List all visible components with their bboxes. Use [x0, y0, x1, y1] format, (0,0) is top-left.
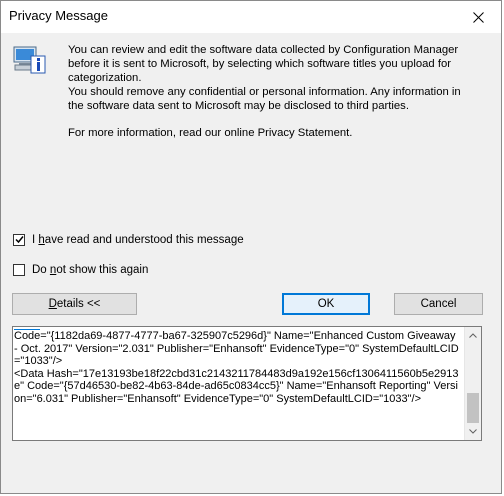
title-bar[interactable]: Privacy Message	[1, 1, 501, 33]
scroll-down-button[interactable]	[465, 423, 481, 440]
understood-checkbox-row[interactable]: I have read and understood this message	[13, 234, 244, 246]
window-title: Privacy Message	[9, 8, 108, 23]
vertical-scrollbar[interactable]	[464, 327, 481, 440]
chevron-up-icon	[469, 333, 477, 338]
computer-info-icon	[13, 46, 46, 74]
privacy-message-dialog: Privacy Message You can review and edit …	[0, 0, 502, 494]
message-paragraph-2: You should remove any confidential or pe…	[68, 86, 461, 112]
dont-show-checkbox-row[interactable]: Do not show this again	[13, 264, 148, 276]
scroll-up-button[interactable]	[465, 327, 481, 344]
details-textbox[interactable]: Code="{1182da69-4877-4777-ba67-325907c52…	[12, 326, 482, 441]
chevron-down-icon	[469, 429, 477, 434]
checkmark-icon	[15, 236, 24, 244]
ok-button[interactable]: OK	[282, 293, 370, 315]
details-button[interactable]: Details <<	[12, 293, 137, 315]
details-text: Code="{1182da69-4877-4777-ba67-325907c52…	[14, 330, 459, 405]
scroll-thumb[interactable]	[467, 393, 479, 423]
message-paragraph-1: You can review and edit the software dat…	[68, 44, 459, 84]
dont-show-label: Do not show this again	[32, 264, 149, 276]
dont-show-checkbox[interactable]	[13, 264, 25, 276]
understood-checkbox[interactable]	[13, 234, 25, 246]
close-icon	[472, 11, 484, 23]
close-button[interactable]	[465, 5, 491, 29]
cancel-button[interactable]: Cancel	[394, 293, 483, 315]
message-paragraph-3: For more information, read our online Pr…	[68, 127, 353, 139]
understood-label: I have read and understood this message	[32, 234, 244, 246]
